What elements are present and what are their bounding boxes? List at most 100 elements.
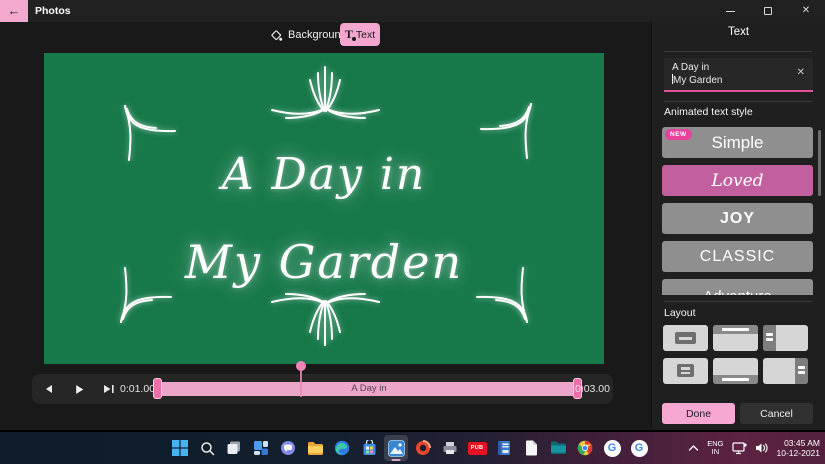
paint-bucket-icon [271, 29, 283, 41]
photos-app-button[interactable] [384, 435, 408, 461]
chat-button[interactable] [276, 435, 300, 461]
pub-app-button[interactable]: PUB [465, 435, 489, 461]
previous-frame-button[interactable] [38, 374, 60, 404]
task-view-button[interactable] [222, 435, 246, 461]
google-app-button[interactable]: G [600, 435, 624, 461]
plant-flourish-bottom [271, 293, 380, 346]
maximize-icon [764, 7, 772, 15]
divider [664, 301, 812, 302]
text-button[interactable]: T Text [340, 23, 380, 46]
store-button[interactable] [357, 435, 381, 461]
network-icon[interactable] [731, 441, 747, 455]
background-button[interactable]: Background [270, 25, 347, 45]
text-input-line1: A Day in [672, 62, 710, 73]
photos-app-icon [387, 439, 405, 457]
printer-icon [443, 442, 457, 454]
layout-option-top-bar[interactable] [713, 325, 758, 351]
chrome-button[interactable] [573, 435, 597, 461]
style-option-loved-selected[interactable]: Loved [662, 165, 813, 196]
playhead-handle[interactable] [296, 361, 306, 371]
current-time: 0:01.00 [120, 383, 156, 395]
office-icon [416, 440, 431, 455]
style-option-classic[interactable]: CLASSIC [662, 241, 813, 272]
teal-folder-button[interactable] [546, 435, 570, 461]
layout-left-icon [763, 325, 776, 351]
canvas-text-line2: My Garden [184, 235, 464, 289]
edge-button[interactable] [330, 435, 354, 461]
notebook-icon [498, 441, 510, 455]
search-icon [200, 441, 214, 455]
maximize-button[interactable] [749, 0, 787, 22]
clock[interactable]: 03:45 AM 10-12-2021 [777, 438, 820, 458]
taskbar-icons: PUB G G [168, 432, 651, 464]
google-app-button-2[interactable]: G [627, 435, 651, 461]
minimize-button[interactable] [711, 0, 749, 22]
canvas-text-line1: A Day in [221, 149, 427, 200]
text-editing-panel: Text A Day in My Garden ✕ Animated text … [651, 22, 825, 430]
minimize-icon [725, 10, 735, 12]
widgets-button[interactable] [249, 435, 273, 461]
text-input[interactable]: A Day in My Garden [664, 58, 813, 92]
volume-icon[interactable] [755, 442, 769, 454]
search-button[interactable] [195, 435, 219, 461]
style-option-partial[interactable]: Adventure [662, 279, 813, 295]
titlebar: ← Photos ✕ [0, 0, 825, 22]
animated-text-style-heading: Animated text style [664, 106, 753, 118]
app-title: Photos [35, 5, 71, 17]
photos-app-window: ← Photos ✕ Background T Text A Day in My… [0, 0, 825, 430]
timeline-track[interactable]: A Day in [155, 382, 583, 396]
layout-right-icon [795, 358, 808, 384]
next-frame-button[interactable] [98, 374, 120, 404]
close-icon: ✕ [801, 5, 811, 16]
panel-title: Text [727, 26, 750, 38]
clear-text-button[interactable]: ✕ [797, 67, 805, 78]
end-time: 0:03.00 [574, 383, 610, 395]
task-view-icon [227, 441, 240, 454]
plant-flourish-top [271, 66, 380, 119]
file-explorer-button[interactable] [303, 435, 327, 461]
layout-center-icon [675, 332, 696, 344]
layout-heading: Layout [664, 307, 696, 319]
style-option-joy[interactable]: JOY [662, 203, 813, 234]
tray-chevron-up-icon[interactable] [688, 444, 699, 452]
google-icon: G [603, 439, 621, 457]
layout-option-center-lines[interactable] [663, 358, 708, 384]
start-button[interactable] [168, 435, 192, 461]
cancel-button[interactable]: Cancel [740, 403, 813, 424]
document-icon [525, 440, 537, 456]
previous-frame-icon [46, 385, 52, 393]
video-preview-canvas[interactable]: A Day in My Garden [44, 53, 604, 364]
clip-label: A Day in [351, 383, 387, 394]
language-indicator[interactable]: ENG IN [707, 439, 723, 457]
play-button[interactable] [68, 374, 90, 404]
text-tool-icon: T [344, 27, 356, 41]
layout-option-bottom-bar[interactable] [713, 358, 758, 384]
office-button[interactable] [411, 435, 435, 461]
next-frame-icon [104, 385, 114, 393]
layout-lines-icon [677, 364, 694, 377]
printer-app-button[interactable] [438, 435, 462, 461]
divider [664, 101, 812, 102]
playhead-line [300, 370, 302, 397]
document-app-button[interactable] [519, 435, 543, 461]
notebook-app-button[interactable] [492, 435, 516, 461]
file-explorer-icon [307, 441, 323, 455]
chrome-icon [577, 440, 593, 456]
layout-top-icon [713, 325, 758, 334]
close-button[interactable]: ✕ [787, 0, 825, 22]
background-button-label: Background [288, 29, 347, 41]
system-tray: ENG IN 03:45 AM 10-12-2021 [688, 432, 820, 464]
trim-handle-start[interactable] [153, 378, 162, 399]
panel-scrollbar[interactable] [818, 130, 821, 196]
google-icon: G [630, 439, 648, 457]
playback-bar: 0:01.00 A Day in 0:03.00 [32, 374, 613, 404]
layout-option-left-bar[interactable] [763, 325, 808, 351]
microsoft-store-icon [363, 440, 375, 455]
widgets-icon [254, 441, 268, 455]
layout-option-right-bar[interactable] [763, 358, 808, 384]
tray-date: 10-12-2021 [776, 448, 820, 458]
chat-icon [281, 441, 295, 455]
done-button[interactable]: Done [662, 403, 735, 424]
layout-option-center-box[interactable] [663, 325, 708, 351]
back-button[interactable]: ← [0, 0, 28, 22]
